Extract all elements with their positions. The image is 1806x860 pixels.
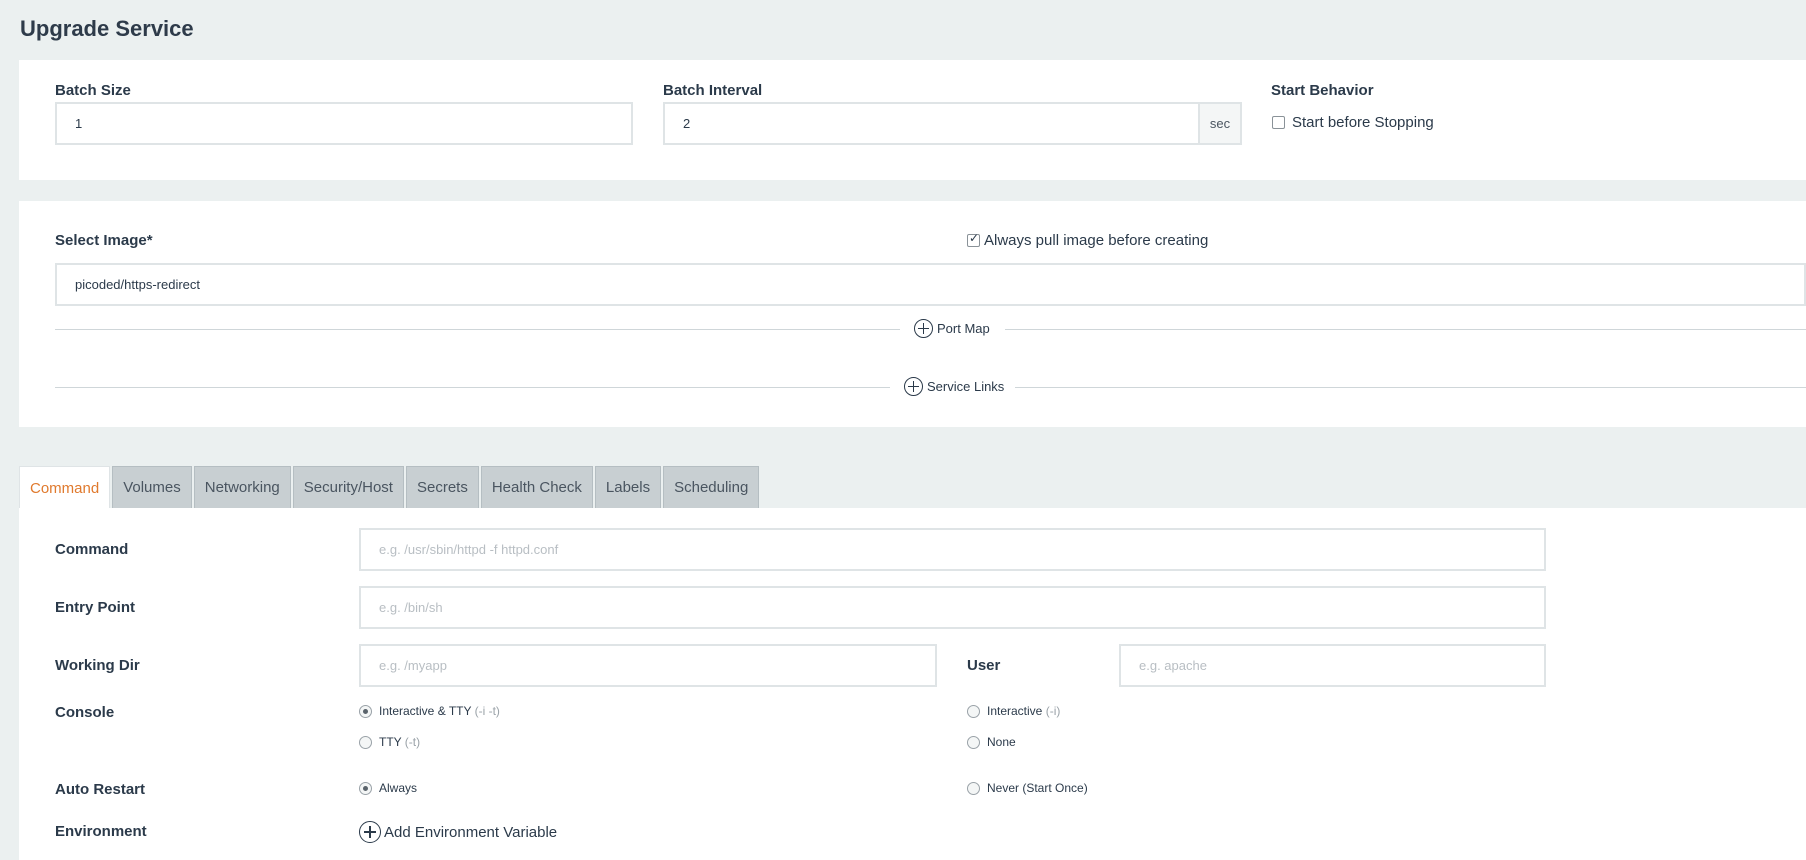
tab-scheduling[interactable]: Scheduling xyxy=(663,466,760,508)
always-pull-checkbox[interactable] xyxy=(967,231,980,247)
add-circle-icon xyxy=(904,377,923,396)
auto-restart-never-label[interactable]: Never (Start Once) xyxy=(987,781,1088,795)
port-map-divider-left xyxy=(55,329,900,330)
tab-command[interactable]: Command xyxy=(19,466,111,509)
service-links-label: Service Links xyxy=(927,379,1005,394)
auto-restart-always-label[interactable]: Always xyxy=(379,781,417,795)
working-dir-label: Working Dir xyxy=(55,657,140,674)
start-before-stopping-label[interactable]: Start before Stopping xyxy=(1292,114,1434,131)
console-interactive-option[interactable]: Interactive (-i) xyxy=(987,704,1060,718)
add-environment-variable-button[interactable]: Add Environment Variable xyxy=(359,821,557,843)
add-circle-icon xyxy=(359,821,381,843)
add-circle-icon xyxy=(914,319,933,338)
batch-interval-unit: sec xyxy=(1200,102,1242,145)
console-option-label: None xyxy=(987,735,1016,749)
entry-point-input[interactable] xyxy=(359,586,1546,629)
user-input[interactable] xyxy=(1119,644,1546,687)
console-option-label: Interactive & TTY xyxy=(379,704,472,718)
select-image-label: Select Image* xyxy=(55,232,153,249)
console-option-hint: (-i) xyxy=(1045,704,1061,718)
console-tty-radio[interactable] xyxy=(359,736,372,749)
service-links-divider-left xyxy=(55,387,890,388)
start-before-stopping-checkbox[interactable] xyxy=(1272,116,1285,129)
console-option-hint: (-i -t) xyxy=(474,704,500,718)
working-dir-input[interactable] xyxy=(359,644,937,687)
console-interactive-radio[interactable] xyxy=(967,705,980,718)
console-none-option[interactable]: None xyxy=(987,735,1016,749)
tab-volumes[interactable]: Volumes xyxy=(112,466,192,508)
user-label: User xyxy=(967,657,1001,674)
auto-restart-never-radio[interactable] xyxy=(967,782,980,795)
console-interactive-tty-radio[interactable] xyxy=(359,705,372,718)
batch-size-label: Batch Size xyxy=(55,82,131,99)
batch-interval-input[interactable]: 2 xyxy=(663,102,1200,145)
image-input[interactable]: picoded/https-redirect xyxy=(55,263,1806,306)
tab-networking[interactable]: Networking xyxy=(193,466,291,508)
always-pull-label[interactable]: Always pull image before creating xyxy=(984,232,1208,249)
add-environment-variable-label: Add Environment Variable xyxy=(384,823,558,841)
console-label: Console xyxy=(55,704,115,721)
command-input[interactable] xyxy=(359,528,1546,571)
port-map-divider-right xyxy=(1005,329,1806,330)
console-interactive-tty-option[interactable]: Interactive & TTY (-i -t) xyxy=(379,704,500,718)
auto-restart-always-radio[interactable] xyxy=(359,782,372,795)
batch-interval-label: Batch Interval xyxy=(663,82,763,99)
tab-bar: Command Volumes Networking Security/Host… xyxy=(19,466,761,509)
environment-label: Environment xyxy=(55,823,147,840)
entry-point-label: Entry Point xyxy=(55,599,136,616)
tab-labels[interactable]: Labels xyxy=(594,466,662,508)
auto-restart-label: Auto Restart xyxy=(55,781,146,798)
tab-health-check[interactable]: Health Check xyxy=(480,466,593,508)
tab-secrets[interactable]: Secrets xyxy=(405,466,479,508)
port-map-label: Port Map xyxy=(937,321,990,336)
console-option-label: TTY xyxy=(379,735,402,749)
console-option-hint: (-t) xyxy=(404,735,421,749)
tab-security-host[interactable]: Security/Host xyxy=(292,466,404,508)
console-none-radio[interactable] xyxy=(967,736,980,749)
command-label: Command xyxy=(55,541,129,558)
start-behavior-label: Start Behavior xyxy=(1271,82,1374,99)
console-option-label: Interactive xyxy=(987,704,1043,718)
batch-size-input[interactable]: 1 xyxy=(55,102,633,145)
service-links-button[interactable]: Service Links xyxy=(900,377,1009,396)
service-links-divider-right xyxy=(1015,387,1806,388)
page-title: Upgrade Service xyxy=(20,16,194,41)
port-map-button[interactable]: Port Map xyxy=(910,319,994,338)
console-tty-option[interactable]: TTY (-t) xyxy=(379,735,420,749)
